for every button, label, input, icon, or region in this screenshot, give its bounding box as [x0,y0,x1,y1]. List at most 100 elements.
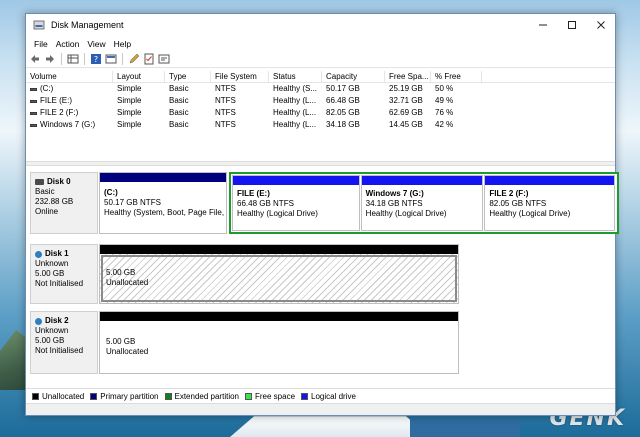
volume-file-system: NTFS [215,96,236,105]
volume-drive-icon [30,123,37,127]
partition-c[interactable]: (C:) 50.17 GB NTFS Healthy (System, Boot… [99,172,227,234]
partition-name: FILE (E:) [237,189,270,198]
volume-file-system: NTFS [215,84,236,93]
volume-layout: Simple [117,84,142,93]
column-header-free-space[interactable]: Free Spa... [385,71,431,82]
primary-partition-bar [100,173,226,182]
column-header-volume[interactable]: Volume [26,71,113,82]
console-icon [158,54,170,64]
partition-status: Unallocated [106,278,149,287]
check-button[interactable] [143,53,155,65]
disk-1-label[interactable]: Disk 1 Unknown 5.00 GB Not Initialised [30,244,98,304]
menu-view[interactable]: View [83,39,109,49]
unknown-disk-icon [35,317,42,325]
extended-partition[interactable]: FILE (E:) 66.48 GB NTFS Healthy (Logical… [229,172,619,234]
partition-size: 50.17 GB NTFS [104,198,161,207]
disk-size: 5.00 GB [35,269,65,278]
close-icon [596,21,605,29]
svg-text:?: ? [94,55,98,64]
hard-disk-icon [35,179,44,185]
volume-capacity: 34.18 GB [326,120,360,129]
volume-status: Healthy (S... [273,84,318,93]
edit-drive-button[interactable] [128,53,140,65]
legend-item: Free space [245,392,295,401]
legend-item: Extended partition [164,391,240,401]
table-row[interactable]: FILE (E:) Simple Basic NTFS Healthy (L..… [26,95,615,107]
legend-label: Extended partition [174,391,240,401]
partition-status: Unallocated [106,347,149,356]
menu-bar: File Action View Help [26,36,615,51]
volume-free-space: 62.69 GB [389,108,423,117]
properties-button[interactable] [67,53,79,65]
console-button[interactable] [158,53,170,65]
unallocated-space-disk-2[interactable]: 5.00 GB Unallocated [99,311,459,374]
volume-name: (C:) [40,84,54,93]
disk-type: Unknown [35,259,69,268]
volume-free-space: 14.45 GB [389,120,423,129]
help-button[interactable]: ? [90,53,102,65]
volume-type: Basic [169,120,189,129]
partition-name: (C:) [104,188,118,197]
volume-layout: Simple [117,120,142,129]
disk-name: Disk 2 [45,316,69,325]
table-row[interactable]: (C:) Simple Basic NTFS Healthy (S... 50.… [26,83,615,95]
window-title: Disk Management [51,20,124,30]
column-header-status[interactable]: Status [269,71,322,82]
partition-status: Healthy (Logical Drive) [489,209,571,218]
volume-type: Basic [169,96,189,105]
partition-e[interactable]: FILE (E:) 66.48 GB NTFS Healthy (Logical… [232,175,360,231]
column-header-layout[interactable]: Layout [113,71,165,82]
forward-button[interactable] [44,53,56,65]
volume-free-space: 25.19 GB [389,84,423,93]
volume-name: FILE 2 (F:) [40,108,79,117]
list-view-icon [105,54,117,64]
partition-f[interactable]: FILE 2 (F:) 82.05 GB NTFS Healthy (Logic… [484,175,615,231]
properties-grid-icon [67,54,79,64]
partition-size: 5.00 GB [106,268,136,277]
maximize-button[interactable] [557,14,586,36]
legend-label: Logical drive [311,391,356,401]
toolbar-separator [84,53,85,65]
disk-0-label[interactable]: Disk 0 Basic 232.88 GB Online [30,172,98,234]
back-button[interactable] [29,53,41,65]
disk-2-label[interactable]: Disk 2 Unknown 5.00 GB Not Initialised [30,311,98,374]
column-header-capacity[interactable]: Capacity [322,71,385,82]
disk-management-app-icon [33,20,45,30]
partition-status: Healthy (Logical Drive) [365,209,447,218]
volume-type: Basic [169,84,189,93]
unallocated-space-disk-1[interactable]: 5.00 GB Unallocated [99,244,459,304]
column-header-file-system[interactable]: File System [211,71,269,82]
volume-capacity: 82.05 GB [326,108,360,117]
menu-help[interactable]: Help [110,39,135,49]
table-row[interactable]: Windows 7 (G:) Simple Basic NTFS Healthy… [26,119,615,131]
close-button[interactable] [586,14,615,36]
menu-action[interactable]: Action [52,39,84,49]
table-row[interactable]: FILE 2 (F:) Simple Basic NTFS Healthy (L… [26,107,615,119]
disk-state: Not Initialised [35,279,84,288]
title-bar[interactable]: Disk Management [26,14,615,36]
background-boat-deck [410,418,520,437]
disk-state: Online [35,207,59,216]
volume-status: Healthy (L... [273,108,317,117]
column-header-type[interactable]: Type [165,71,211,82]
unknown-disk-icon [35,250,42,258]
list-view-button[interactable] [105,53,117,65]
disk-size: 232.88 GB [35,197,74,206]
edit-drive-icon [129,53,140,64]
disk-type: Unknown [35,326,69,335]
partition-size: 34.18 GB NTFS [365,199,423,208]
unallocated-bar [100,312,458,321]
volume-name: FILE (E:) [40,96,73,105]
partition-g[interactable]: Windows 7 (G:) 34.18 GB NTFS Healthy (Lo… [360,175,484,231]
column-header-percent-free[interactable]: % Free [431,71,482,82]
partition-status: Healthy (System, Boot, Page File, [104,208,225,217]
volume-file-system: NTFS [215,108,236,117]
partition-size: 82.05 GB NTFS [489,199,547,208]
menu-file[interactable]: File [30,39,52,49]
disk-map-pane: Disk 0 Basic 232.88 GB Online (C:) 50.17… [26,166,619,388]
volume-drive-icon [30,99,37,103]
minimize-button[interactable] [528,14,557,36]
legend-label: Unallocated [42,391,85,401]
toolbar-separator [61,53,62,65]
volume-capacity: 50.17 GB [326,84,360,93]
